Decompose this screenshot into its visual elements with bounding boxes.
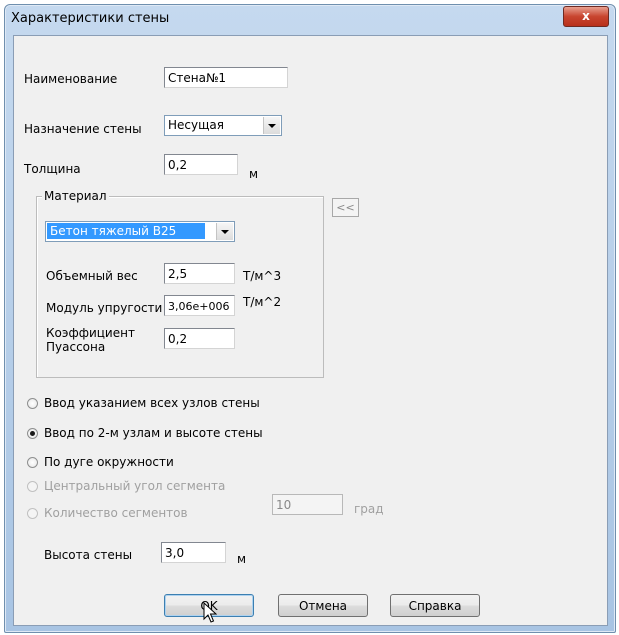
density-label: Объемный вес bbox=[46, 269, 138, 283]
thickness-unit: м bbox=[249, 167, 259, 181]
radio-central-angle-label[interactable]: Центральный угол сегмента bbox=[44, 479, 225, 493]
radio-two-nodes-label[interactable]: Ввод по 2-м узлам и высоте стены bbox=[44, 426, 263, 440]
chevron-down-icon[interactable] bbox=[216, 223, 233, 240]
radio-segment-count-label[interactable]: Количество сегментов bbox=[44, 506, 188, 520]
purpose-select[interactable]: Несущая bbox=[164, 115, 282, 136]
radio-segment-count[interactable] bbox=[27, 508, 38, 519]
close-button[interactable]: x bbox=[563, 6, 609, 27]
name-label: Наименование bbox=[24, 72, 118, 86]
dialog-window: Характеристики стены x Наименование Стен… bbox=[4, 4, 616, 633]
radio-all-nodes[interactable] bbox=[27, 398, 38, 409]
modulus-unit: Т/м^2 bbox=[243, 295, 282, 309]
window-title: Характеристики стены bbox=[11, 11, 170, 26]
chevron-down-icon[interactable] bbox=[263, 117, 280, 134]
angle-unit: град bbox=[354, 502, 384, 516]
cancel-button[interactable]: Отмена bbox=[278, 594, 368, 617]
radio-two-nodes[interactable] bbox=[27, 428, 38, 439]
purpose-selected-value: Несущая bbox=[168, 118, 224, 132]
dialog-body: Наименование Стена№1 Назначение стены Не… bbox=[13, 35, 608, 626]
mouse-pointer-icon bbox=[203, 602, 217, 623]
height-label: Высота стены bbox=[44, 548, 133, 562]
modulus-label: Модуль упругости bbox=[46, 301, 163, 315]
collapse-button[interactable]: << bbox=[332, 198, 359, 217]
poisson-label-line1: Коэффициент bbox=[46, 326, 135, 340]
help-button[interactable]: Справка bbox=[390, 594, 480, 617]
height-input[interactable]: 3,0 bbox=[161, 542, 226, 563]
name-input[interactable]: Стена№1 bbox=[164, 67, 288, 88]
title-bar[interactable]: Характеристики стены x bbox=[5, 5, 615, 33]
close-icon: x bbox=[582, 9, 590, 23]
radio-all-nodes-label[interactable]: Ввод указанием всех узлов стены bbox=[44, 396, 260, 410]
radio-central-angle[interactable] bbox=[27, 481, 38, 492]
modulus-input[interactable]: 3,06e+006 bbox=[164, 295, 235, 316]
density-unit: Т/м^3 bbox=[243, 269, 282, 283]
thickness-input[interactable]: 0,2 bbox=[164, 154, 238, 175]
thickness-label: Толщина bbox=[24, 162, 81, 176]
height-unit: м bbox=[237, 552, 247, 566]
radio-arc[interactable] bbox=[27, 457, 38, 468]
angle-input[interactable]: 10 bbox=[272, 494, 343, 515]
poisson-label-line2: Пуассона bbox=[46, 340, 106, 354]
radio-arc-label[interactable]: По дуге окружности bbox=[44, 455, 174, 469]
material-select[interactable]: Бетон тяжелый B25 bbox=[45, 221, 235, 242]
material-selected-value: Бетон тяжелый B25 bbox=[47, 223, 205, 239]
purpose-label: Назначение стены bbox=[24, 122, 142, 136]
density-input[interactable]: 2,5 bbox=[164, 263, 235, 284]
poisson-input[interactable]: 0,2 bbox=[164, 328, 235, 349]
material-group-title: Материал bbox=[42, 189, 109, 203]
